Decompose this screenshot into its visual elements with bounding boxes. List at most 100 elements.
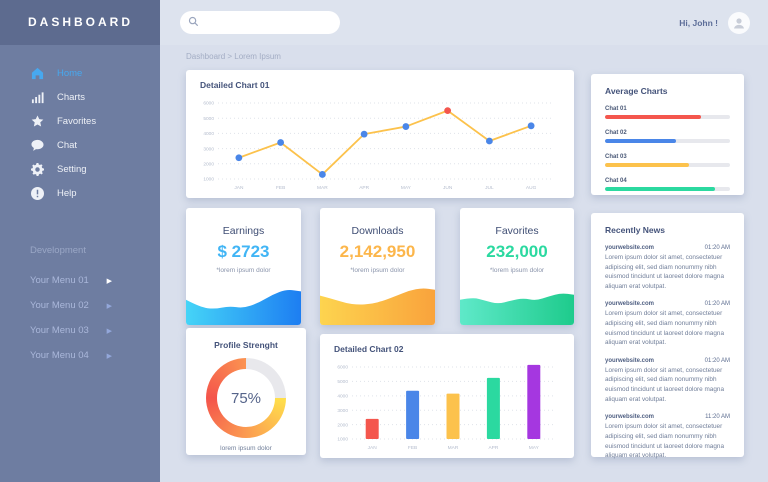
news-text: Lorem ipsum dolor sit amet, consectetuer… bbox=[605, 253, 730, 291]
news-source-link[interactable]: yourwebsite.com bbox=[605, 245, 654, 251]
svg-text:3000: 3000 bbox=[337, 408, 348, 414]
sidebar-item-setting[interactable]: Setting bbox=[0, 157, 160, 181]
sidebar-item-your-menu-04[interactable]: Your Menu 04 ▶ bbox=[0, 343, 160, 368]
profile-strength-card: Profile Strenght 75% lorem ipsum dolor bbox=[186, 328, 306, 455]
svg-text:6000: 6000 bbox=[203, 101, 214, 107]
svg-text:5000: 5000 bbox=[337, 379, 348, 385]
news-source-link[interactable]: yourwebsite.com bbox=[605, 301, 654, 307]
bar-chart: 100020003000400050006000JANFEBMARAPRMAY bbox=[328, 358, 566, 452]
home-icon bbox=[30, 66, 44, 80]
star-icon bbox=[30, 114, 44, 128]
svg-text:1000: 1000 bbox=[203, 177, 214, 183]
user-greeting: Hi, John ! bbox=[679, 18, 718, 28]
stat-note: *lorem ipsum dolor bbox=[320, 267, 435, 274]
dev-item-label: Your Menu 01 bbox=[30, 275, 89, 286]
progress-track bbox=[605, 187, 730, 191]
news-text: Lorem ipsum dolor sit amet, consectetuer… bbox=[605, 366, 730, 404]
downloads-sparkline bbox=[320, 283, 435, 325]
stat-value: $ 2723 bbox=[186, 242, 301, 262]
earnings-card: Earnings $ 2723 *lorem ipsum dolor bbox=[186, 208, 301, 325]
sparkline-svg bbox=[186, 283, 301, 325]
sidebar-nav: Home Charts Favorites Chat bbox=[0, 61, 160, 205]
average-bar-label: Chat 01 bbox=[605, 106, 730, 112]
sidebar-item-label: Home bbox=[57, 68, 82, 79]
sidebar-item-your-menu-03[interactable]: Your Menu 03 ▶ bbox=[0, 318, 160, 343]
svg-text:MAR: MAR bbox=[448, 445, 459, 451]
svg-text:5000: 5000 bbox=[203, 116, 214, 122]
sidebar-item-label: Favorites bbox=[57, 116, 96, 127]
news-timestamp: 01:20 AM bbox=[705, 301, 730, 307]
svg-text:MAY: MAY bbox=[401, 185, 412, 191]
line-chart-svg: 100020003000400050006000JANFEBMARAPRMAYJ… bbox=[194, 94, 566, 192]
sidebar-item-home[interactable]: Home bbox=[0, 61, 160, 85]
average-bar-row: Chat 03 bbox=[605, 154, 730, 167]
dev-item-label: Your Menu 02 bbox=[30, 300, 89, 311]
news-source-link[interactable]: yourwebsite.com bbox=[605, 358, 654, 364]
news-list: yourwebsite.com 01:20 AM Lorem ipsum dolor… bbox=[605, 245, 730, 461]
bar-chart-icon bbox=[30, 90, 44, 104]
svg-text:1000: 1000 bbox=[337, 437, 348, 443]
stat-title: Favorites bbox=[460, 225, 574, 237]
chart-title: Detailed Chart 02 bbox=[334, 344, 403, 354]
progress-fill bbox=[605, 139, 676, 143]
sidebar-dev-list: Your Menu 01 ▶ Your Menu 02 ▶ Your Menu … bbox=[0, 268, 160, 368]
sidebar-item-label: Chat bbox=[57, 140, 77, 151]
sidebar-item-your-menu-02[interactable]: Your Menu 02 ▶ bbox=[0, 293, 160, 318]
svg-text:MAY: MAY bbox=[529, 445, 540, 451]
average-bars: Chat 01 Chat 02 Chat 03 Chat 04 bbox=[605, 106, 730, 191]
svg-text:MAR: MAR bbox=[317, 185, 328, 191]
detailed-chart-01-card: Detailed Chart 01 1000200030004000500060… bbox=[186, 70, 574, 198]
dev-item-label: Your Menu 03 bbox=[30, 325, 89, 336]
news-item: yourwebsite.com 01:20 AM Lorem ipsum dolor… bbox=[605, 245, 730, 291]
search-bar bbox=[180, 11, 340, 34]
news-item-header: yourwebsite.com 01:20 AM bbox=[605, 358, 730, 364]
sidebar-item-help[interactable]: Help bbox=[0, 181, 160, 205]
breadcrumb[interactable]: Dashboard > Lorem Ipsum bbox=[186, 52, 281, 61]
news-source-link[interactable]: yourwebsite.com bbox=[605, 414, 654, 420]
svg-text:APR: APR bbox=[488, 445, 498, 451]
chevron-right-icon: ▶ bbox=[107, 277, 112, 285]
panel-title: Profile Strenght bbox=[186, 340, 306, 350]
news-item-header: yourwebsite.com 11:20 AM bbox=[605, 414, 730, 420]
svg-text:APR: APR bbox=[359, 185, 369, 191]
average-bar-row: Chat 04 bbox=[605, 178, 730, 191]
stat-title: Downloads bbox=[320, 225, 435, 237]
sidebar-item-charts[interactable]: Charts bbox=[0, 85, 160, 109]
search-input[interactable] bbox=[199, 11, 340, 34]
detailed-chart-02-card: Detailed Chart 02 1000200030004000500060… bbox=[320, 334, 574, 458]
news-text: Lorem ipsum dolor sit amet, consectetuer… bbox=[605, 422, 730, 460]
sparkline-svg bbox=[320, 283, 435, 325]
svg-text:3000: 3000 bbox=[203, 146, 214, 152]
news-timestamp: 01:20 AM bbox=[705, 245, 730, 251]
panel-title: Average Charts bbox=[605, 86, 730, 96]
sidebar-section-label: Development bbox=[0, 245, 160, 256]
average-bar-row: Chat 01 bbox=[605, 106, 730, 119]
sidebar-item-favorites[interactable]: Favorites bbox=[0, 109, 160, 133]
sidebar-item-your-menu-01[interactable]: Your Menu 01 ▶ bbox=[0, 268, 160, 293]
avatar[interactable] bbox=[728, 12, 750, 34]
dev-item-label: Your Menu 04 bbox=[30, 350, 89, 361]
topbar: Hi, John ! bbox=[160, 0, 768, 45]
chart-title: Detailed Chart 01 bbox=[200, 80, 269, 90]
news-timestamp: 01:20 AM bbox=[705, 358, 730, 364]
dashboard-app: DASHBOARD Home Charts Favorites bbox=[0, 0, 768, 482]
news-item-header: yourwebsite.com 01:20 AM bbox=[605, 245, 730, 251]
stat-note: *lorem ipsum dolor bbox=[460, 267, 574, 274]
svg-text:AUG: AUG bbox=[526, 185, 537, 191]
svg-text:2000: 2000 bbox=[337, 422, 348, 428]
downloads-card: Downloads 2,142,950 *lorem ipsum dolor bbox=[320, 208, 435, 325]
chevron-right-icon: ▶ bbox=[107, 302, 112, 310]
progress-track bbox=[605, 139, 730, 143]
bar-chart-svg: 100020003000400050006000JANFEBMARAPRMAY bbox=[328, 358, 566, 452]
stat-note: *lorem ipsum dolor bbox=[186, 267, 301, 274]
news-item-header: yourwebsite.com 01:20 AM bbox=[605, 301, 730, 307]
favorites-card: Favorites 232,000 *lorem ipsum dolor bbox=[460, 208, 574, 325]
sidebar-item-chat[interactable]: Chat bbox=[0, 133, 160, 157]
help-icon bbox=[30, 186, 44, 200]
app-title: DASHBOARD bbox=[0, 0, 160, 45]
news-timestamp: 11:20 AM bbox=[705, 414, 730, 420]
svg-text:2000: 2000 bbox=[203, 162, 214, 168]
news-text: Lorem ipsum dolor sit amet, consectetuer… bbox=[605, 309, 730, 347]
average-bar-row: Chat 02 bbox=[605, 130, 730, 143]
earnings-sparkline bbox=[186, 283, 301, 325]
